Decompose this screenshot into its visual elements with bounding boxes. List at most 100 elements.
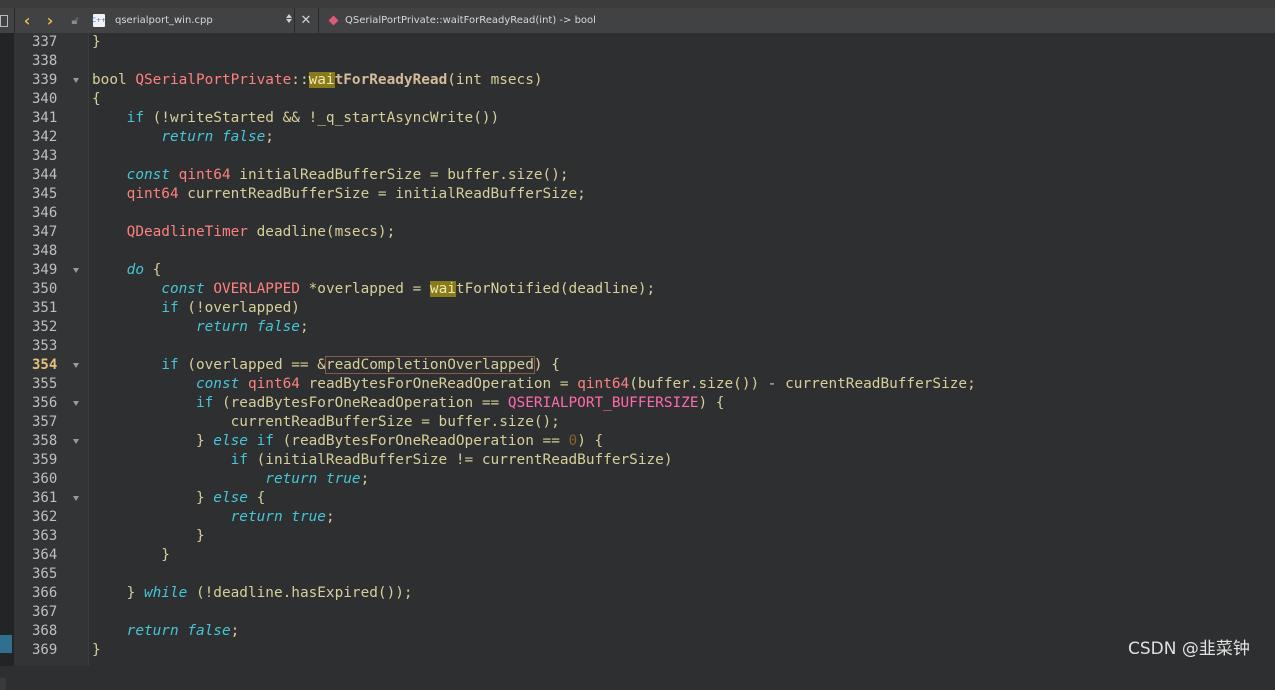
code-line[interactable]: return true; bbox=[92, 470, 369, 489]
line-number-row: 344 bbox=[14, 166, 88, 185]
keyword: const bbox=[161, 281, 205, 297]
code-editor[interactable]: } bool QSerialPortPrivate::waitForReadyRe… bbox=[89, 33, 1275, 666]
code-line[interactable]: QDeadlineTimer deadline(msecs); bbox=[92, 223, 396, 242]
line-number-row: 360 bbox=[14, 470, 88, 489]
code-line[interactable]: const qint64 readBytesForOneReadOperatio… bbox=[92, 375, 976, 394]
file-name: qserialport_win.cpp bbox=[115, 15, 213, 26]
type-name: QDeadlineTimer bbox=[126, 224, 248, 240]
type-name: qint64 bbox=[577, 376, 630, 392]
code-line[interactable]: } bbox=[92, 641, 101, 660]
watermark: CSDN @韭菜钟 bbox=[1128, 639, 1250, 659]
line-number: 350 bbox=[32, 281, 58, 297]
code-line[interactable]: qint64 currentReadBufferSize = initialRe… bbox=[92, 185, 586, 204]
line-number-row: 364 bbox=[14, 546, 88, 565]
fold-toggle-icon[interactable] bbox=[73, 496, 79, 501]
code-text: } bbox=[92, 528, 205, 544]
line-number-row: 338 bbox=[14, 52, 88, 71]
code-text: } bbox=[92, 34, 101, 50]
keyword: return bbox=[161, 129, 214, 145]
fold-toggle-icon[interactable] bbox=[73, 439, 79, 444]
open-documents-combo[interactable]: C++ qserialport_win.cpp bbox=[88, 8, 298, 33]
close-document-icon[interactable]: ✕ bbox=[298, 8, 314, 33]
code-text: currentReadBufferSize = buffer.size(); bbox=[92, 414, 560, 430]
line-number: 345 bbox=[32, 186, 58, 202]
go-forward-icon[interactable]: › bbox=[41, 8, 59, 33]
fold-toggle-icon[interactable] bbox=[73, 78, 79, 83]
line-number-row: 337 bbox=[14, 33, 88, 52]
line-number-row: 351 bbox=[14, 299, 88, 318]
line-number-row: 363 bbox=[14, 527, 88, 546]
line-number: 364 bbox=[32, 547, 58, 563]
code-text: { bbox=[247, 490, 266, 506]
code-text: ) { bbox=[577, 433, 604, 449]
code-line[interactable]: if (initialReadBufferSize != currentRead… bbox=[92, 451, 673, 470]
line-number: 338 bbox=[32, 53, 58, 69]
line-number-row: 347 bbox=[14, 223, 88, 242]
code-line[interactable]: if (overlapped == &readCompletionOverlap… bbox=[92, 356, 560, 375]
code-line[interactable]: bool QSerialPortPrivate::waitForReadyRea… bbox=[92, 71, 543, 90]
code-text: deadline(msecs); bbox=[247, 224, 396, 240]
split-icon[interactable] bbox=[0, 8, 8, 33]
code-line[interactable]: return false; bbox=[92, 318, 309, 337]
code-line[interactable]: currentReadBufferSize = buffer.size(); bbox=[92, 413, 560, 432]
code-line[interactable]: const qint64 initialReadBufferSize = buf… bbox=[92, 166, 569, 185]
code-line[interactable]: do { bbox=[92, 261, 162, 280]
line-number: 353 bbox=[32, 338, 58, 354]
line-number: 351 bbox=[32, 300, 58, 316]
keyword: return bbox=[265, 471, 318, 487]
line-number-row: 352 bbox=[14, 318, 88, 337]
code-line[interactable]: return false; bbox=[92, 622, 240, 641]
code-line[interactable]: } else if (readBytesForOneReadOperation … bbox=[92, 432, 603, 451]
fold-toggle-icon[interactable] bbox=[73, 363, 79, 368]
method-icon bbox=[328, 15, 339, 26]
line-number: 352 bbox=[32, 319, 58, 335]
lock-icon[interactable]: 🔓︎ bbox=[67, 8, 83, 33]
code-text: } bbox=[92, 433, 214, 449]
code-line[interactable]: return false; bbox=[92, 128, 274, 147]
code-text: readBytesForOneReadOperation = bbox=[299, 376, 578, 392]
code-text: ) { bbox=[533, 357, 560, 373]
editor-toolbar: ‹ › 🔓︎ C++ qserialport_win.cpp ✕ QSerial… bbox=[0, 8, 1275, 34]
fold-toggle-icon[interactable] bbox=[73, 401, 79, 406]
code-line[interactable]: const OVERLAPPED *overlapped = waitForNo… bbox=[92, 280, 655, 299]
sidebar-marker bbox=[0, 678, 6, 690]
line-number: 369 bbox=[32, 642, 58, 658]
left-side-strip bbox=[0, 33, 14, 690]
line-number: 366 bbox=[32, 585, 58, 601]
code-line[interactable]: { bbox=[92, 90, 101, 109]
code-line[interactable]: } bbox=[92, 33, 101, 52]
code-line[interactable]: return true; bbox=[92, 508, 335, 527]
code-line[interactable]: } bbox=[92, 546, 170, 565]
keyword: const bbox=[126, 167, 170, 183]
code-text: bool bbox=[92, 72, 136, 88]
line-number-row: 339 bbox=[14, 71, 88, 90]
fold-toggle-icon[interactable] bbox=[73, 268, 79, 273]
toolbar-separator bbox=[318, 8, 319, 33]
type-name: QSerialPortPrivate bbox=[135, 72, 292, 88]
code-line[interactable]: } bbox=[92, 527, 205, 546]
code-text: ; bbox=[265, 129, 274, 145]
code-line[interactable]: } else { bbox=[92, 489, 265, 508]
code-text: } bbox=[92, 585, 144, 601]
code-text: } bbox=[92, 547, 170, 563]
code-text: (overlapped == & bbox=[178, 357, 326, 373]
code-text: (!deadline.hasExpired()); bbox=[187, 585, 413, 601]
line-number: 346 bbox=[32, 205, 58, 221]
line-number: 337 bbox=[32, 34, 58, 50]
type-name: qint64 bbox=[247, 376, 300, 392]
line-number-row: 350 bbox=[14, 280, 88, 299]
keyword: return bbox=[195, 319, 248, 335]
go-back-icon[interactable]: ‹ bbox=[18, 8, 36, 33]
code-line[interactable]: if (!writeStarted && !_q_startAsyncWrite… bbox=[92, 109, 500, 128]
keyword: true bbox=[325, 471, 361, 487]
code-line[interactable]: } while (!deadline.hasExpired()); bbox=[92, 584, 413, 603]
code-line[interactable]: if (readBytesForOneReadOperation == QSER… bbox=[92, 394, 725, 413]
function-name: tForReadyRead bbox=[334, 72, 448, 88]
code-line[interactable]: if (!overlapped) bbox=[92, 299, 300, 318]
symbol-combo[interactable]: QSerialPortPrivate::waitForReadyRead(int… bbox=[322, 8, 822, 33]
